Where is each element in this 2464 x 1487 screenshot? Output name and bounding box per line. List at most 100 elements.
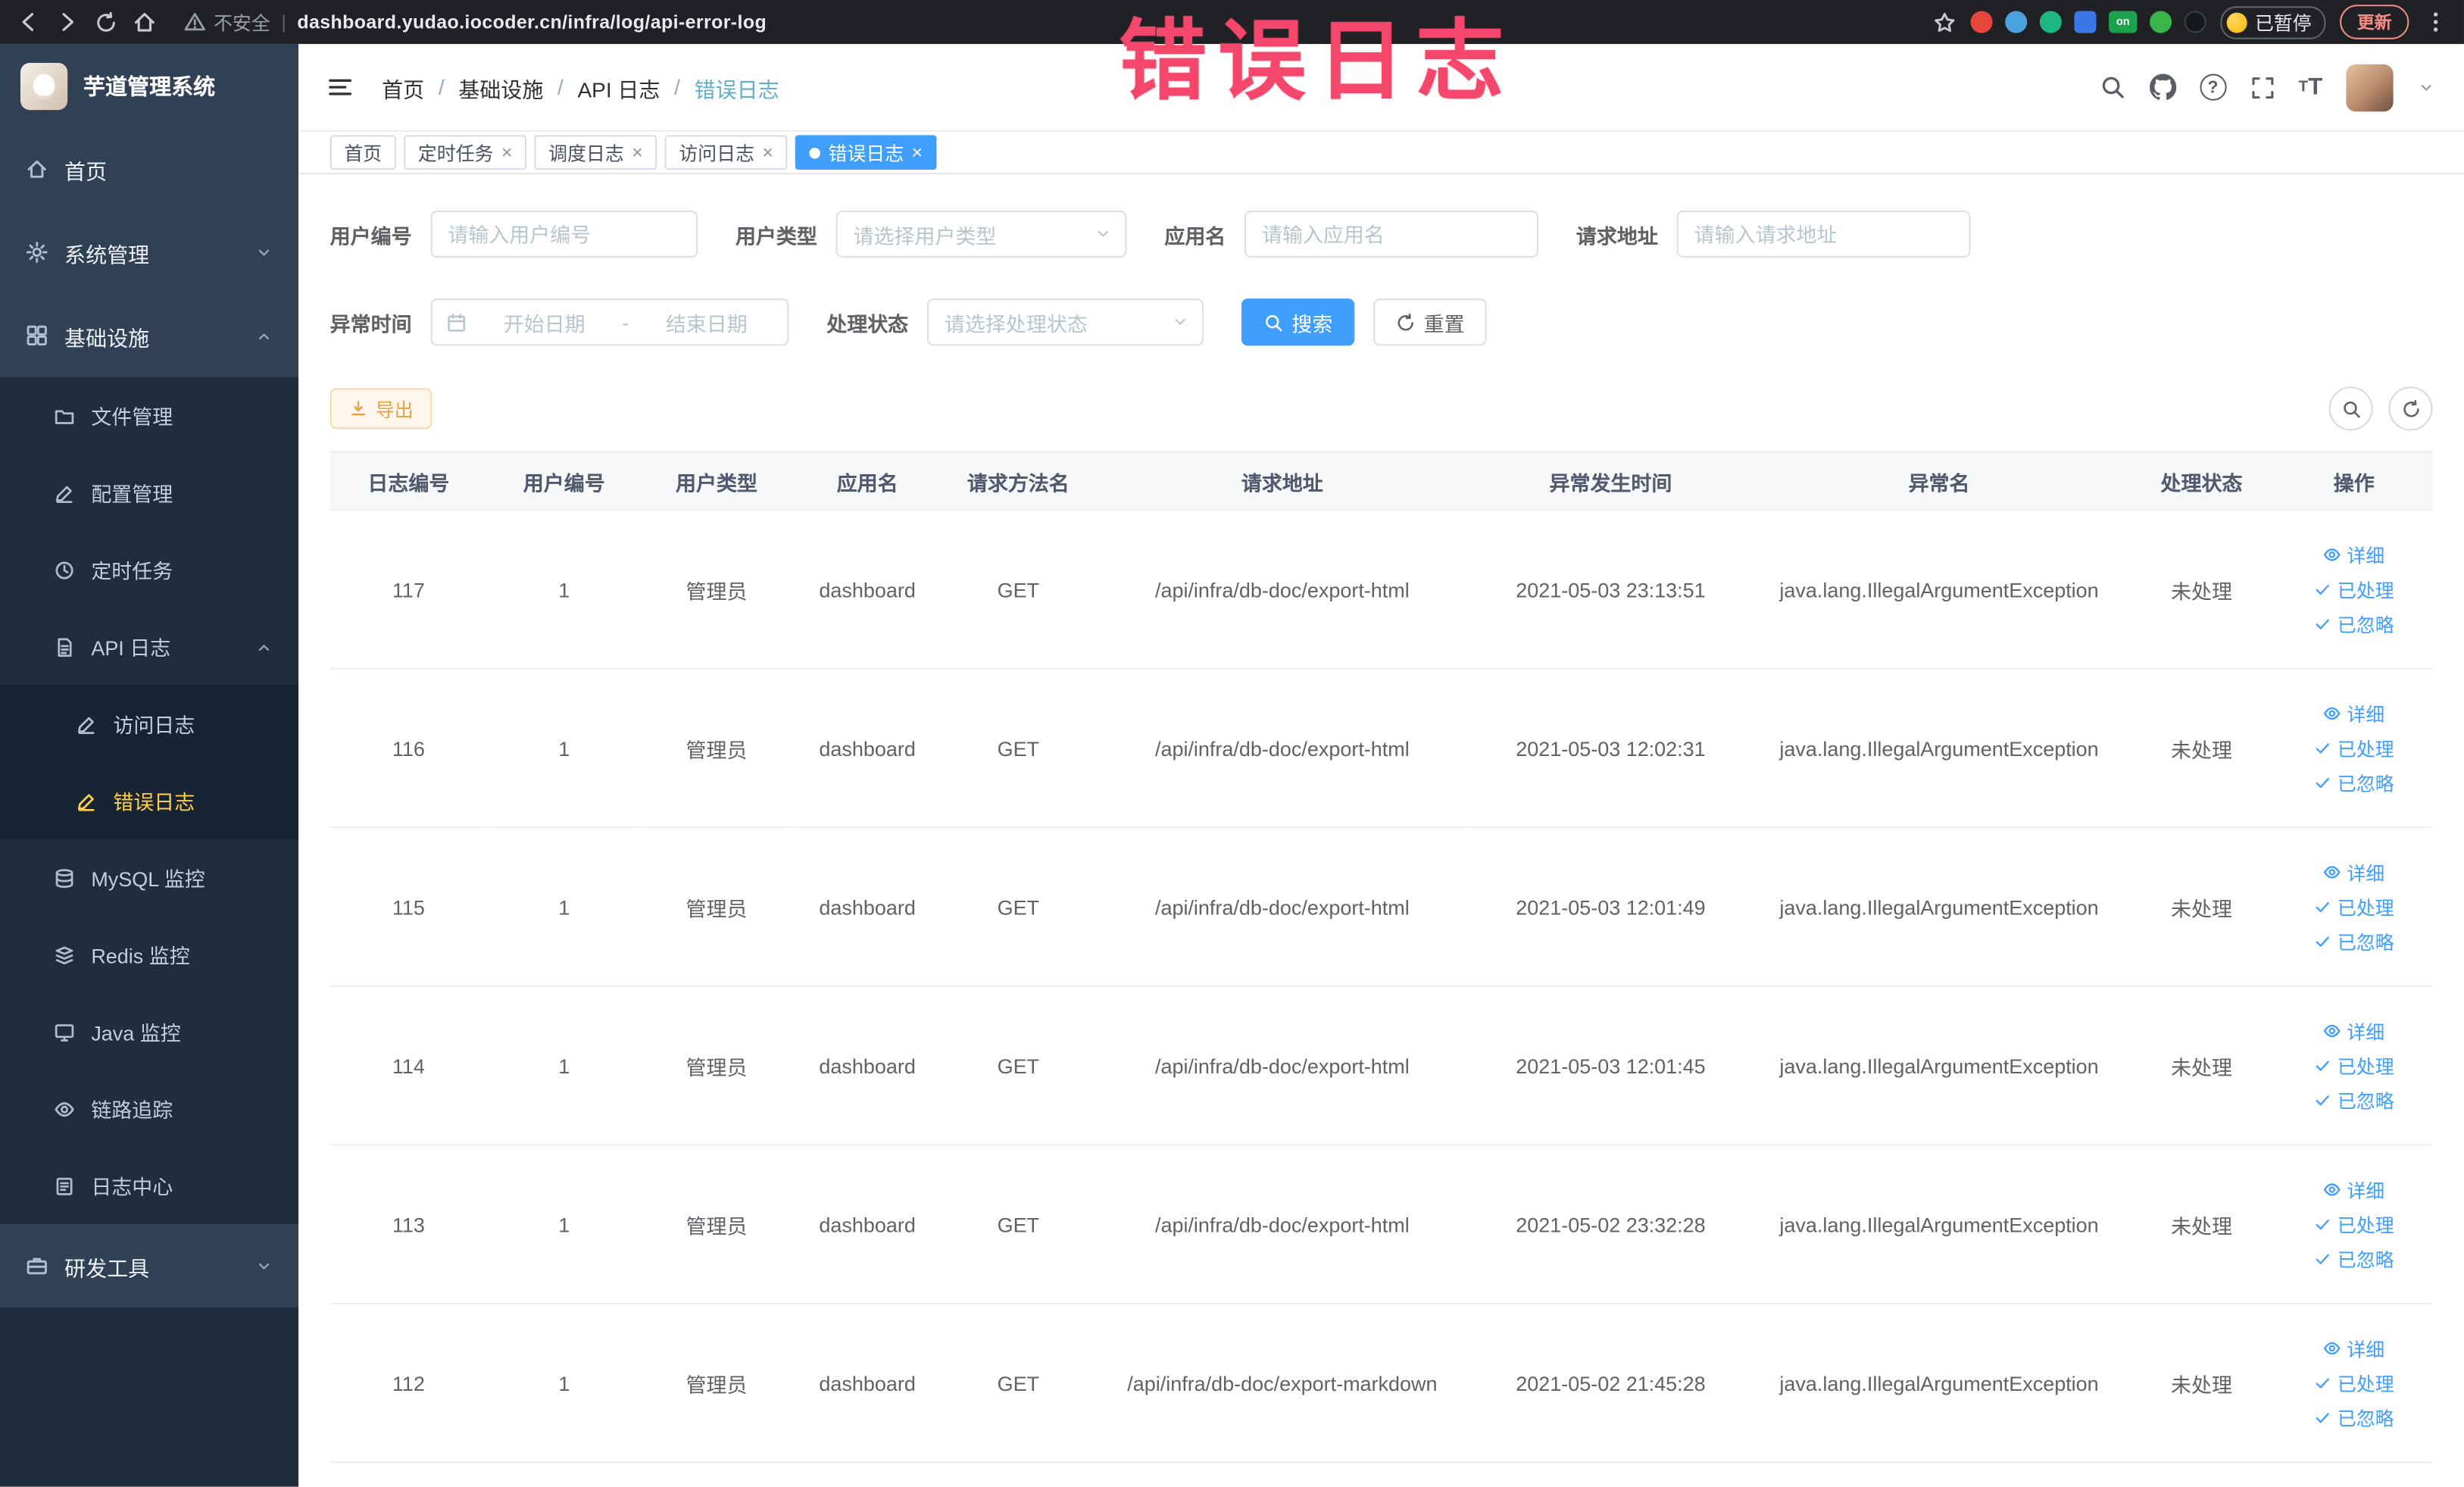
sidebar-item-log-center[interactable]: 日志中心 <box>0 1147 298 1224</box>
close-icon[interactable]: × <box>912 143 923 162</box>
process-status-select[interactable]: 请选择处理状态 <box>927 298 1204 346</box>
github-icon[interactable] <box>2149 74 2175 101</box>
sidebar-item-infra[interactable]: 基础设施 <box>0 294 298 377</box>
kebab-menu-icon[interactable] <box>2423 9 2448 34</box>
hamburger-icon[interactable] <box>327 74 354 101</box>
table-row: 116 1 管理员 dashboard GET /api/infra/db-do… <box>329 668 2433 829</box>
address-bar[interactable]: 不安全 | dashboard.yudao.iocoder.cn/infra/l… <box>184 8 1919 35</box>
cell-user-type: 管理员 <box>641 1145 792 1304</box>
sidebar-item-redis-monitor[interactable]: Redis 监控 <box>0 916 298 993</box>
sidebar-item-error-log[interactable]: 错误日志 <box>0 762 298 839</box>
export-button[interactable]: 导出 <box>329 388 433 430</box>
sidebar-item-api-log[interactable]: API 日志 <box>0 608 298 686</box>
mark-processed-link[interactable]: 已处理 <box>2314 735 2394 761</box>
browser-home-icon[interactable] <box>132 9 157 34</box>
col-user-id: 用户编号 <box>487 451 642 511</box>
profile-paused-badge[interactable]: 已暂停 <box>2220 5 2326 39</box>
user-type-select[interactable]: 请选择用户类型 <box>835 210 1127 258</box>
close-icon[interactable]: × <box>632 143 643 162</box>
extension-red-icon[interactable] <box>1970 11 1993 33</box>
mark-processed-link[interactable]: 已处理 <box>2314 576 2394 602</box>
help-icon[interactable]: ? <box>2199 73 2227 101</box>
extension-blue-drop-icon[interactable] <box>2005 11 2028 33</box>
browser-forward-icon[interactable] <box>55 9 80 34</box>
cell-user-id: 1 <box>487 827 642 987</box>
detail-link[interactable]: 详细 <box>2323 1017 2384 1044</box>
detail-link[interactable]: 详细 <box>2323 700 2384 726</box>
col-request-url: 请求地址 <box>1093 451 1471 511</box>
breadcrumb-home[interactable]: 首页 <box>382 71 424 102</box>
mark-ignored-link[interactable]: 已忽略 <box>2314 928 2394 954</box>
sidebar-item-system[interactable]: 系统管理 <box>0 211 298 294</box>
caret-down-icon[interactable] <box>2417 78 2436 97</box>
chrome-update-button[interactable]: 更新 <box>2340 5 2409 39</box>
date-range-picker[interactable]: 开始日期 - 结束日期 <box>430 298 789 346</box>
cell-request-url: /api/infra/db-doc/export-html <box>1093 986 1471 1146</box>
col-exception-name: 异常名 <box>1750 451 2128 511</box>
cell-log-id: 116 <box>329 668 488 829</box>
sidebar-item-dev-tools[interactable]: 研发工具 <box>0 1224 298 1307</box>
page-content: 用户编号 用户类型 请选择用户类型 应用名 <box>298 174 2464 1487</box>
cell-app-name: dashboard <box>792 827 943 987</box>
sidebar-item-scheduled-jobs[interactable]: 定时任务 <box>0 531 298 608</box>
layers-icon <box>54 944 76 966</box>
tab-error-log[interactable]: 错误日志 × <box>795 135 937 170</box>
reset-button[interactable]: 重置 <box>1373 298 1487 346</box>
select-placeholder: 请选择处理状态 <box>944 311 1088 336</box>
sidebar-item-access-log[interactable]: 访问日志 <box>0 686 298 763</box>
sidebar-item-file-manage[interactable]: 文件管理 <box>0 377 298 455</box>
tab-scheduled-jobs[interactable]: 定时任务 × <box>404 135 527 170</box>
browser-reload-icon[interactable] <box>94 10 117 33</box>
sidebar-item-mysql-monitor[interactable]: MySQL 监控 <box>0 839 298 917</box>
breadcrumb-infra[interactable]: 基础设施 <box>458 71 543 102</box>
mark-processed-link[interactable]: 已处理 <box>2314 1370 2394 1396</box>
search-button[interactable]: 搜索 <box>1241 298 1355 346</box>
tab-label: 首页 <box>344 142 383 164</box>
extension-leaf-icon[interactable] <box>2150 11 2172 33</box>
detail-link[interactable]: 详细 <box>2323 859 2384 886</box>
end-date-placeholder[interactable]: 结束日期 <box>640 308 773 337</box>
start-date-placeholder[interactable]: 开始日期 <box>478 308 611 337</box>
security-warning[interactable]: 不安全 <box>184 8 270 35</box>
search-icon[interactable] <box>2099 74 2125 101</box>
mark-ignored-link[interactable]: 已忽略 <box>2314 1404 2394 1431</box>
sidebar-item-trace[interactable]: 链路追踪 <box>0 1070 298 1148</box>
mark-processed-link[interactable]: 已处理 <box>2314 1211 2394 1237</box>
col-status: 处理状态 <box>2128 451 2276 511</box>
fullscreen-icon[interactable] <box>2250 75 2275 100</box>
tab-home[interactable]: 首页 <box>329 135 396 170</box>
app-logo[interactable]: 芋道管理系统 <box>0 44 298 127</box>
tab-access-log[interactable]: 访问日志 × <box>664 135 788 170</box>
extension-paw-icon[interactable] <box>2184 11 2206 33</box>
cell-status: 未处理 <box>2128 986 2276 1146</box>
user-avatar[interactable] <box>2346 64 2394 111</box>
mark-ignored-link[interactable]: 已忽略 <box>2314 1245 2394 1272</box>
calendar-icon <box>446 312 467 333</box>
mark-ignored-link[interactable]: 已忽略 <box>2314 611 2394 637</box>
toggle-search-button[interactable] <box>2328 386 2373 431</box>
sidebar-item-config-manage[interactable]: 配置管理 <box>0 455 298 532</box>
sidebar-item-home[interactable]: 首页 <box>0 127 298 211</box>
extension-grid-icon[interactable] <box>2074 11 2097 33</box>
bookmark-star-icon[interactable] <box>1933 10 1957 33</box>
breadcrumb-api-log[interactable]: API 日志 <box>577 71 660 102</box>
refresh-table-button[interactable] <box>2388 386 2433 431</box>
tab-schedule-log[interactable]: 调度日志 × <box>534 135 657 170</box>
mark-ignored-link[interactable]: 已忽略 <box>2314 1087 2394 1114</box>
mark-processed-link[interactable]: 已处理 <box>2314 1052 2394 1079</box>
app-name-input[interactable] <box>1244 210 1539 258</box>
mark-processed-link[interactable]: 已处理 <box>2314 893 2394 920</box>
browser-back-icon[interactable] <box>16 9 41 34</box>
close-icon[interactable]: × <box>762 143 773 162</box>
extension-teal-icon[interactable] <box>2039 11 2062 33</box>
sidebar-item-java-monitor[interactable]: Java 监控 <box>0 993 298 1070</box>
mark-ignored-link[interactable]: 已忽略 <box>2314 770 2394 796</box>
close-icon[interactable]: × <box>501 143 513 162</box>
extension-on-badge[interactable]: on <box>2109 11 2138 33</box>
detail-link[interactable]: 详细 <box>2323 1335 2384 1361</box>
request-url-input[interactable] <box>1676 210 1971 258</box>
detail-link[interactable]: 详细 <box>2323 542 2384 568</box>
detail-link[interactable]: 详细 <box>2323 1176 2384 1203</box>
font-size-icon[interactable]: TT <box>2299 76 2323 99</box>
user-id-input[interactable] <box>430 210 698 258</box>
